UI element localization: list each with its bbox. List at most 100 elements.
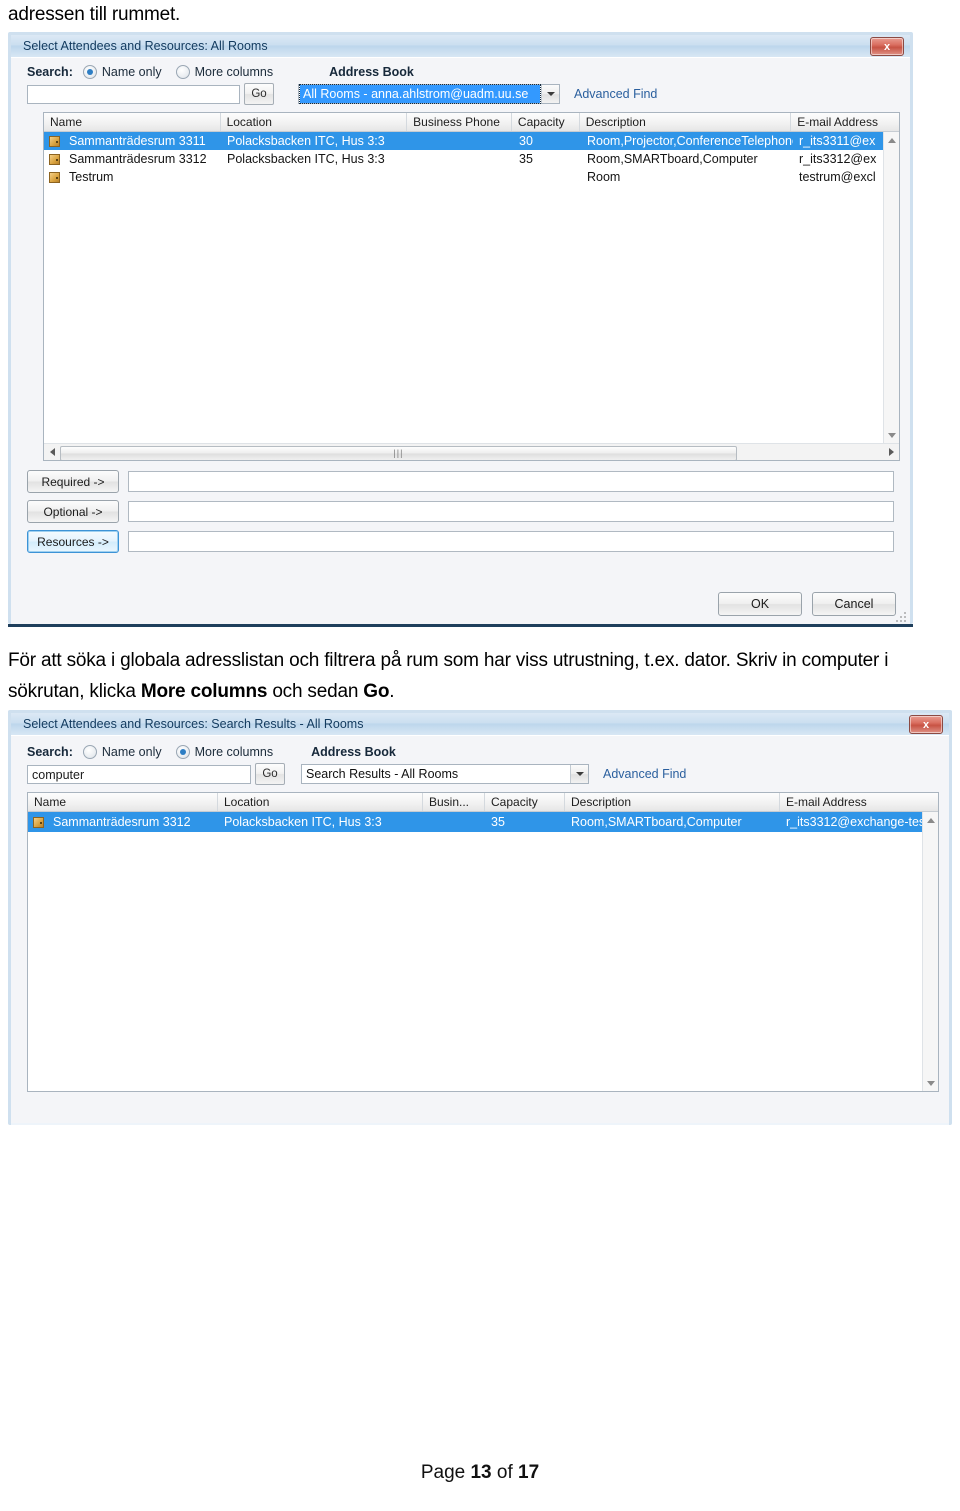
column-header-capacity[interactable]: Capacity bbox=[485, 793, 565, 811]
column-header-description[interactable]: Description bbox=[580, 113, 792, 131]
address-book-select[interactable]: Search Results - All Rooms bbox=[301, 764, 589, 784]
hscroll-track[interactable]: ||| bbox=[60, 445, 883, 460]
cell-email: r_its3312@ex bbox=[799, 152, 877, 166]
search-label: Search: bbox=[27, 65, 73, 79]
cell-capacity: 35 bbox=[491, 815, 505, 829]
required-button[interactable]: Required -> bbox=[27, 470, 119, 493]
cell-email: testrum@excl bbox=[799, 170, 876, 184]
radio-name-only-label: Name only bbox=[101, 745, 162, 759]
table-row[interactable]: Sammanträdesrum 3311 Polacksbacken ITC, … bbox=[44, 132, 899, 150]
dialog2-body: Search: Name only More columns Address B… bbox=[11, 735, 949, 1123]
cancel-button[interactable]: Cancel bbox=[812, 592, 896, 616]
address-book-selected-value: All Rooms - anna.ahlstrom@uadm.uu.se bbox=[299, 84, 541, 104]
radio-more-columns[interactable]: More columns bbox=[175, 65, 274, 79]
dialog2-input-row: computer Go Search Results - All Rooms A… bbox=[11, 759, 949, 792]
cell-location: Polacksbacken ITC, Hus 3:3 bbox=[224, 815, 382, 829]
dialog2-results-list[interactable]: Name Location Busin... Capacity Descript… bbox=[27, 792, 939, 1092]
table-row[interactable]: Sammanträdesrum 3312 Polacksbacken ITC, … bbox=[44, 150, 899, 168]
close-icon[interactable]: x bbox=[870, 37, 904, 56]
optional-field[interactable] bbox=[128, 501, 894, 522]
hscroll-thumb[interactable]: ||| bbox=[60, 445, 737, 460]
radio-name-only[interactable]: Name only bbox=[82, 65, 162, 79]
column-header-name[interactable]: Name bbox=[28, 793, 218, 811]
radio-name-only-icon bbox=[82, 745, 97, 759]
radio-name-only[interactable]: Name only bbox=[82, 745, 162, 759]
radio-name-only-icon bbox=[82, 65, 97, 79]
resources-attendee-row: Resources -> bbox=[11, 530, 910, 553]
radio-more-columns[interactable]: More columns bbox=[175, 745, 274, 759]
radio-more-columns-label: More columns bbox=[194, 745, 274, 759]
column-header-business-phone[interactable]: Business Phone bbox=[407, 113, 512, 131]
address-book-selected-value: Search Results - All Rooms bbox=[306, 767, 459, 781]
cell-location: Polacksbacken ITC, Hus 3:3 bbox=[227, 134, 385, 148]
scroll-up-icon[interactable] bbox=[884, 132, 899, 148]
cell-name: Sammanträdesrum 3311 bbox=[69, 134, 206, 148]
address-book-label: Address Book bbox=[329, 65, 414, 79]
address-book-select[interactable]: All Rooms - anna.ahlstrom@uadm.uu.se bbox=[298, 84, 560, 104]
advanced-find-link[interactable]: Advanced Find bbox=[574, 87, 657, 101]
address-book-label: Address Book bbox=[311, 745, 396, 759]
cell-description: Room bbox=[587, 170, 621, 184]
optional-button[interactable]: Optional -> bbox=[27, 500, 119, 523]
column-header-location[interactable]: Location bbox=[218, 793, 423, 811]
column-header-capacity[interactable]: Capacity bbox=[512, 113, 580, 131]
ok-button[interactable]: OK bbox=[718, 592, 802, 616]
dialog2-search-row: Search: Name only More columns Address B… bbox=[11, 736, 949, 759]
horizontal-scrollbar[interactable]: ||| bbox=[44, 443, 899, 460]
table-row[interactable]: Testrum Room testrum@excl bbox=[44, 168, 899, 186]
column-header-email[interactable]: E-mail Address bbox=[791, 113, 899, 131]
column-header-email[interactable]: E-mail Address bbox=[780, 793, 924, 811]
column-header-description[interactable]: Description bbox=[565, 793, 780, 811]
dialog1-input-row: Go All Rooms - anna.ahlstrom@uadm.uu.se … bbox=[11, 79, 910, 112]
footer-current-page: 13 bbox=[470, 1462, 492, 1483]
resources-button[interactable]: Resources -> bbox=[27, 530, 119, 553]
advanced-find-link[interactable]: Advanced Find bbox=[603, 767, 686, 781]
footer-middle: of bbox=[491, 1462, 519, 1483]
go-button[interactable]: Go bbox=[255, 763, 285, 785]
resources-field[interactable] bbox=[128, 531, 894, 552]
footer-prefix: Page bbox=[420, 1462, 471, 1483]
cell-name: Sammanträdesrum 3312 bbox=[53, 815, 191, 829]
room-resource-icon bbox=[33, 816, 44, 828]
scroll-left-icon[interactable] bbox=[44, 445, 60, 460]
room-resource-icon bbox=[49, 171, 60, 183]
close-icon[interactable]: x bbox=[909, 715, 943, 734]
footer-total-pages: 17 bbox=[518, 1462, 540, 1483]
cell-capacity: 30 bbox=[519, 134, 533, 148]
scroll-down-icon[interactable] bbox=[884, 427, 899, 443]
column-header-name[interactable]: Name bbox=[44, 113, 221, 131]
dialog1-results-list[interactable]: Name Location Business Phone Capacity De… bbox=[43, 112, 900, 461]
optional-attendee-row: Optional -> bbox=[11, 500, 910, 523]
cell-location: Polacksbacken ITC, Hus 3:3 bbox=[227, 152, 385, 166]
vertical-scrollbar[interactable] bbox=[922, 812, 938, 1091]
instruction-paragraph: För att söka i globala adresslistan och … bbox=[8, 650, 889, 702]
scroll-down-icon[interactable] bbox=[923, 1075, 938, 1091]
dialog2-title: Select Attendees and Resources: Search R… bbox=[23, 717, 364, 731]
vertical-scrollbar[interactable] bbox=[883, 132, 899, 443]
scroll-right-icon[interactable] bbox=[883, 445, 899, 460]
radio-more-columns-label: More columns bbox=[194, 65, 274, 79]
required-attendee-row: Required -> bbox=[11, 470, 910, 493]
chevron-down-icon[interactable] bbox=[541, 85, 559, 103]
cell-email: r_its3311@ex bbox=[799, 134, 876, 148]
dialog-search-results-all-rooms: Select Attendees and Resources: Search R… bbox=[8, 710, 952, 1125]
dialog-select-attendees-all-rooms: Select Attendees and Resources: All Room… bbox=[8, 32, 913, 626]
go-button[interactable]: Go bbox=[244, 83, 274, 105]
search-input[interactable] bbox=[27, 84, 240, 104]
column-header-business-phone[interactable]: Busin... bbox=[423, 793, 485, 811]
required-field[interactable] bbox=[128, 471, 894, 492]
scroll-up-icon[interactable] bbox=[923, 812, 938, 828]
radio-more-columns-icon bbox=[175, 65, 190, 79]
cell-description: Room,SMARTboard,Computer bbox=[571, 815, 742, 829]
cell-name: Sammanträdesrum 3312 bbox=[69, 152, 207, 166]
dialog1-title: Select Attendees and Resources: All Room… bbox=[23, 39, 268, 53]
resize-grip-icon[interactable] bbox=[895, 612, 907, 624]
page-number-footer: Page 13 of 17 bbox=[0, 1462, 960, 1484]
table-row[interactable]: Sammanträdesrum 3312 Polacksbacken ITC, … bbox=[28, 812, 938, 832]
dialog2-titlebar: Select Attendees and Resources: Search R… bbox=[11, 713, 949, 735]
room-resource-icon bbox=[49, 135, 60, 147]
chevron-down-icon[interactable] bbox=[570, 765, 588, 783]
dialog2-column-headers: Name Location Busin... Capacity Descript… bbox=[28, 793, 938, 812]
search-input[interactable]: computer bbox=[27, 764, 251, 784]
column-header-location[interactable]: Location bbox=[221, 113, 408, 131]
